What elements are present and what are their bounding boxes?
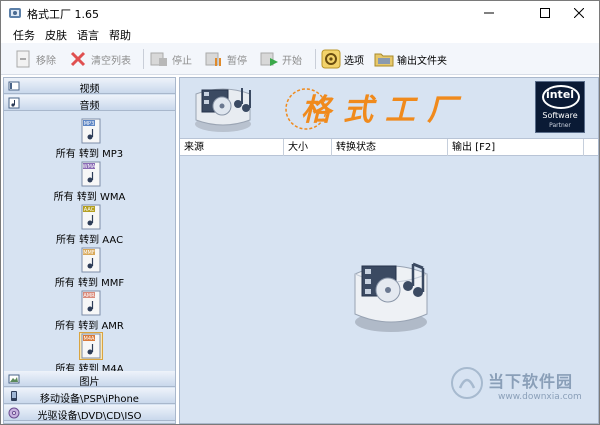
format-m4a[interactable]: M4A 所有 转到 M4A [4,331,175,374]
category-video[interactable]: 视频 [4,78,175,95]
options-label: 选项 [344,55,364,67]
wma-file-icon: WMA [81,161,101,187]
format-aac-label: 所有 转到 AAC [55,235,124,246]
intel-word: intel [545,88,575,101]
mmf-file-icon: MMF [81,247,101,273]
menu-bar: 任务 皮肤 语言 帮助 [1,25,599,43]
toolbar-separator [143,49,144,69]
remove-button[interactable]: 移除 [13,47,56,71]
column-size[interactable]: 大小 [284,139,332,156]
svg-text:MMF: MMF [83,250,95,256]
format-factory-center-logo [354,262,428,332]
menu-language[interactable]: 语言 [77,27,99,43]
toolbar-separator [315,49,316,69]
pause-button[interactable]: 暂停 [204,47,247,71]
menu-task[interactable]: 任务 [13,27,35,43]
format-mp3-label: 所有 转到 MP3 [55,149,124,160]
clear-list-icon [70,51,86,67]
category-disc[interactable]: 光驱设备\DVD\CD\ISO [4,405,175,422]
remove-label: 移除 [36,55,56,67]
pause-label: 暂停 [227,55,247,67]
intel-software-text: Software [542,111,578,120]
format-mmf-label: 所有 转到 MMF [54,278,125,289]
menu-skin[interactable]: 皮肤 [45,27,67,43]
category-picture[interactable]: 图片 [4,371,175,388]
main-panel: 格式工厂 intel Software Partner 来源 大小 转换状态 输… [179,77,599,424]
svg-text:格式工厂: 格式工厂 [301,93,469,128]
m4a-file-icon: M4A [79,332,103,360]
watermark-url: www.downxia.com [498,392,582,402]
format-factory-title-art: 格式工厂 [285,88,469,130]
intel-partner-text: Partner [549,122,571,129]
category-video-label: 视频 [79,84,100,95]
format-aac[interactable]: AAC 所有 转到 AAC [4,202,175,246]
format-wma-label: 所有 转到 WMA [53,192,126,203]
banner: 格式工厂 intel Software Partner [180,78,598,138]
stop-button[interactable]: 停止 [149,47,192,71]
format-factory-logo [195,88,251,132]
mp3-file-icon: MP3 [81,118,101,144]
task-table-header: 来源 大小 转换状态 输出 [F2] [180,138,598,156]
category-audio-label: 音频 [79,101,100,112]
category-audio[interactable]: 音频 [4,95,175,112]
audio-format-list: MP3 所有 转到 MP3 WMA 所有 转到 WMA AAC 所有 转到 AA… [4,112,175,374]
format-mp3[interactable]: MP3 所有 转到 MP3 [4,116,175,160]
stop-label: 停止 [172,55,192,67]
clear-list-button[interactable]: 清空列表 [68,47,131,71]
aac-file-icon: AAC [81,204,101,230]
svg-text:AMR: AMR [83,293,95,299]
intel-software-partner-badge: intel Software Partner [535,81,585,133]
start-label: 开始 [282,55,302,67]
column-status[interactable]: 转换状态 [332,139,448,156]
svg-text:MP3: MP3 [84,121,95,127]
clear-list-label: 清空列表 [91,55,131,67]
svg-text:M4A: M4A [84,336,95,342]
maximize-icon [540,8,550,18]
sidebar: 视频 音频 MP3 所有 转到 MP3 WMA 所有 转到 WMA AAC 所有… [3,77,176,424]
category-disc-label: 光驱设备\DVD\CD\ISO [37,411,142,422]
format-mmf[interactable]: MMF 所有 转到 MMF [4,245,175,289]
title-bar: 格式工厂 1.65 [1,1,599,25]
app-window: 格式工厂 1.65 任务 皮肤 语言 帮助 移除 清空列表 停止 暂停 开始 选… [0,0,600,425]
close-button[interactable] [557,1,600,25]
watermark-text: 当下软件园 [488,372,574,391]
format-amr-label: 所有 转到 AMR [55,321,124,332]
watermark-logo-icon [451,367,483,399]
pause-icon [205,52,221,66]
start-button[interactable]: 开始 [259,47,302,71]
folder-icon [374,53,394,67]
svg-text:AAC: AAC [84,207,95,213]
format-amr[interactable]: AMR 所有 转到 AMR [4,288,175,332]
amr-file-icon: AMR [81,290,101,316]
column-output[interactable]: 输出 [F2] [448,139,584,156]
start-icon [260,52,278,66]
output-folder-label: 输出文件夹 [397,55,447,67]
stop-icon [150,52,167,66]
category-picture-label: 图片 [79,377,100,388]
category-mobile-label: 移动设备\PSP\iPhone [40,394,139,405]
format-wma[interactable]: WMA 所有 转到 WMA [4,159,175,203]
svg-text:WMA: WMA [83,164,96,170]
minimize-button[interactable] [467,1,511,25]
gear-icon [321,49,341,69]
window-title: 格式工厂 1.65 [27,8,99,21]
toolbar: 移除 清空列表 停止 暂停 开始 选项 输出文件夹 [1,43,599,75]
minimize-icon [484,12,494,14]
task-list-area[interactable]: 当下软件园 www.downxia.com [180,156,598,423]
category-mobile[interactable]: 移动设备\PSP\iPhone [4,388,175,405]
remove-icon [16,50,30,68]
menu-help[interactable]: 帮助 [109,27,131,43]
column-source[interactable]: 来源 [180,139,284,156]
output-folder-button[interactable]: 输出文件夹 [374,47,447,71]
close-icon [574,8,584,18]
app-icon [9,8,21,18]
options-button[interactable]: 选项 [321,47,364,71]
